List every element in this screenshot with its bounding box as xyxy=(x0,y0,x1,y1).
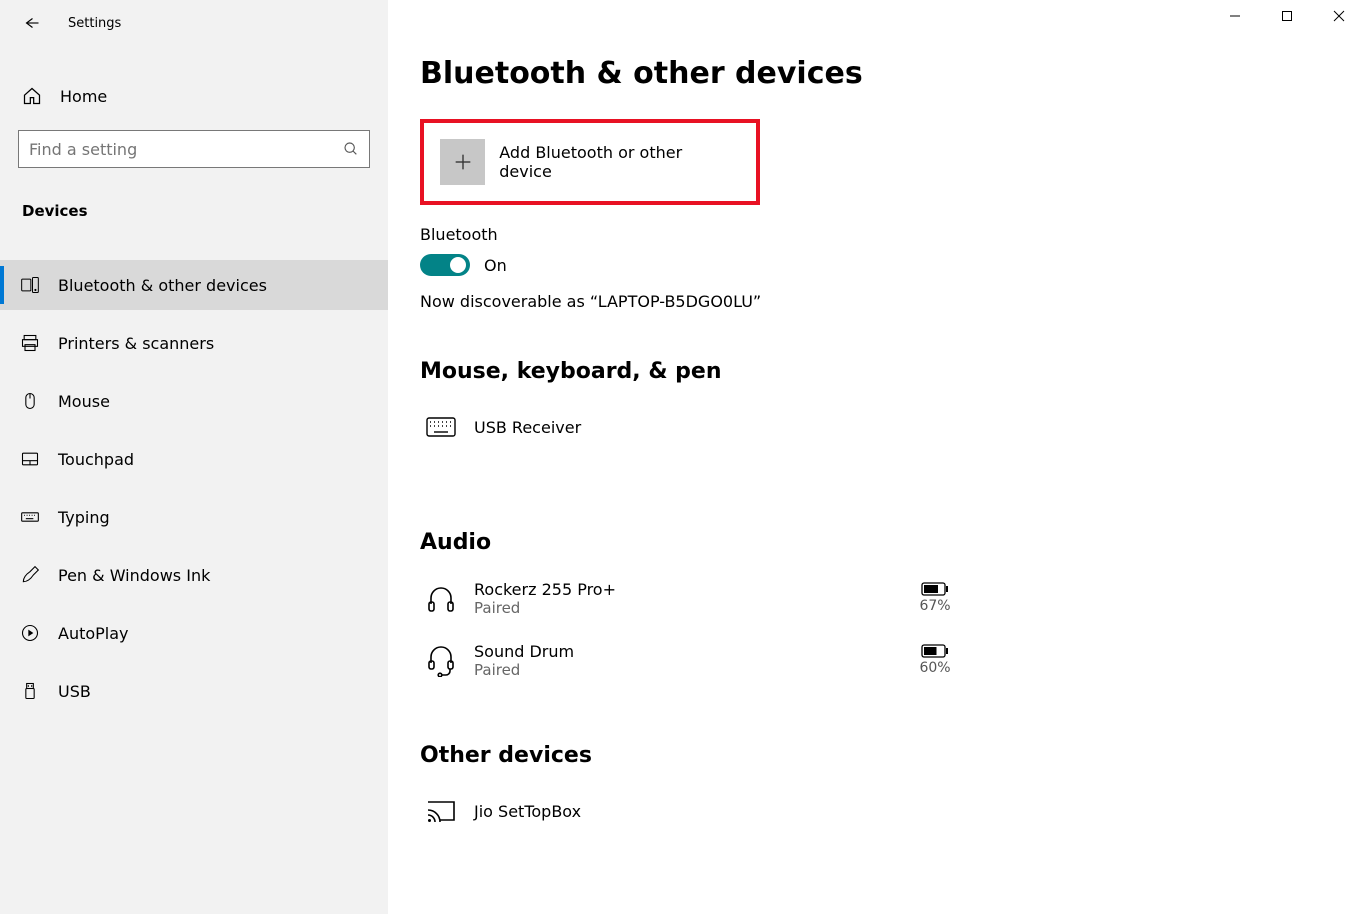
home-icon xyxy=(22,86,42,106)
nav-mouse[interactable]: Mouse xyxy=(0,376,388,426)
minimize-button[interactable] xyxy=(1209,0,1261,32)
nav-item-label: Pen & Windows Ink xyxy=(58,566,210,585)
headphones-icon xyxy=(420,577,462,619)
add-device-button[interactable]: Add Bluetooth or other device xyxy=(440,139,736,185)
plus-icon xyxy=(452,151,474,173)
titlebar: Settings xyxy=(0,0,388,46)
battery-icon xyxy=(921,644,949,658)
nav-item-label: Typing xyxy=(58,508,110,527)
keyboard-device-icon xyxy=(420,406,462,448)
battery-value: 67% xyxy=(919,598,950,614)
arrow-left-icon xyxy=(22,14,40,32)
nav-item-label: Mouse xyxy=(58,392,110,411)
nav-item-label: Printers & scanners xyxy=(58,334,214,353)
bluetooth-label: Bluetooth xyxy=(420,225,968,244)
nav-touchpad[interactable]: Touchpad xyxy=(0,434,388,484)
bluetooth-devices-icon xyxy=(20,275,40,295)
cast-device-icon xyxy=(420,790,462,832)
discoverable-text: Now discoverable as “LAPTOP-B5DGO0LU” xyxy=(420,292,968,311)
touchpad-icon xyxy=(20,449,40,469)
nav-usb[interactable]: USB xyxy=(0,666,388,716)
add-icon-box xyxy=(440,139,485,185)
device-name: Rockerz 255 Pro+ xyxy=(474,580,910,599)
main-content: Bluetooth & other devices Add Bluetooth … xyxy=(388,0,1365,914)
search-box[interactable] xyxy=(18,130,370,168)
group-title-audio: Audio xyxy=(420,530,968,555)
home-label: Home xyxy=(60,87,107,106)
battery-indicator: 67% xyxy=(910,582,960,614)
window-controls xyxy=(1209,0,1365,32)
device-rockerz[interactable]: Rockerz 255 Pro+ Paired 67% xyxy=(420,573,960,623)
nav-typing[interactable]: Typing xyxy=(0,492,388,542)
home-nav[interactable]: Home xyxy=(0,76,388,116)
autoplay-icon xyxy=(20,623,40,643)
nav-pen[interactable]: Pen & Windows Ink xyxy=(0,550,388,600)
maximize-icon xyxy=(1281,10,1293,22)
add-device-label: Add Bluetooth or other device xyxy=(499,143,736,181)
device-status: Paired xyxy=(474,599,910,617)
close-button[interactable] xyxy=(1313,0,1365,32)
maximize-button[interactable] xyxy=(1261,0,1313,32)
app-title: Settings xyxy=(68,16,121,31)
device-settopbox[interactable]: Jio SetTopBox xyxy=(420,786,960,836)
device-name: Sound Drum xyxy=(474,642,910,661)
search-input[interactable] xyxy=(29,140,343,159)
pen-icon xyxy=(20,565,40,585)
device-name: Jio SetTopBox xyxy=(474,802,960,821)
nav-item-label: AutoPlay xyxy=(58,624,129,643)
usb-icon xyxy=(20,681,40,701)
battery-indicator: 60% xyxy=(910,644,960,676)
bluetooth-toggle[interactable] xyxy=(420,254,470,276)
sidebar: Settings Home Devices Bluetooth & other … xyxy=(0,0,388,914)
keyboard-icon xyxy=(20,507,40,527)
nav-autoplay[interactable]: AutoPlay xyxy=(0,608,388,658)
headset-icon xyxy=(420,639,462,681)
mouse-icon xyxy=(20,391,40,411)
search-icon xyxy=(343,141,359,157)
add-device-highlight: Add Bluetooth or other device xyxy=(420,119,760,205)
bluetooth-toggle-row: On xyxy=(420,254,968,276)
nav-printers[interactable]: Printers & scanners xyxy=(0,318,388,368)
group-title-other: Other devices xyxy=(420,743,968,768)
battery-icon xyxy=(921,582,949,596)
back-button[interactable] xyxy=(22,14,40,32)
device-usb-receiver[interactable]: USB Receiver xyxy=(420,402,960,452)
battery-value: 60% xyxy=(919,660,950,676)
nav-bluetooth[interactable]: Bluetooth & other devices xyxy=(0,260,388,310)
nav-item-label: Touchpad xyxy=(58,450,134,469)
page-title: Bluetooth & other devices xyxy=(420,56,968,91)
group-title-mouse: Mouse, keyboard, & pen xyxy=(420,359,968,384)
bluetooth-state-label: On xyxy=(484,256,507,275)
minimize-icon xyxy=(1229,10,1241,22)
nav-item-label: USB xyxy=(58,682,91,701)
close-icon xyxy=(1333,10,1345,22)
device-name: USB Receiver xyxy=(474,418,960,437)
device-sound-drum[interactable]: Sound Drum Paired 60% xyxy=(420,635,960,685)
device-status: Paired xyxy=(474,661,910,679)
nav-list: Bluetooth & other devices Printers & sca… xyxy=(0,260,388,716)
nav-item-label: Bluetooth & other devices xyxy=(58,276,267,295)
sidebar-section-title: Devices xyxy=(0,184,388,236)
printer-icon xyxy=(20,333,40,353)
